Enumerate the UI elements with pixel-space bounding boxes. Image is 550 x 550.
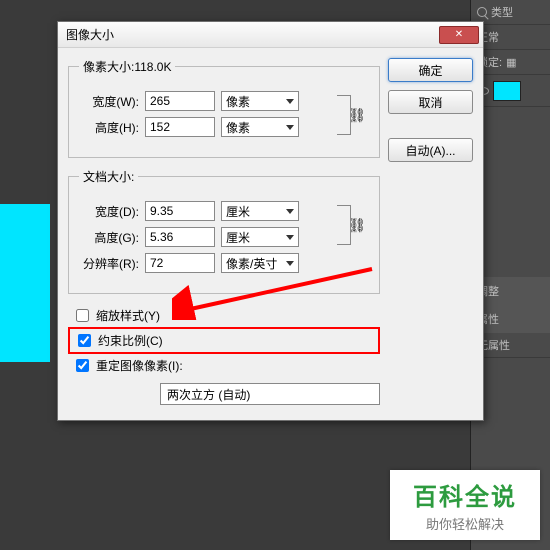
auto-button[interactable]: 自动(A)...: [388, 138, 473, 162]
close-button[interactable]: ✕: [439, 26, 479, 44]
chevron-down-icon: [286, 209, 294, 214]
chevron-down-icon: [286, 261, 294, 266]
chevron-down-icon: [286, 235, 294, 240]
dialog-title: 图像大小: [66, 26, 439, 43]
lock-pixels-icon[interactable]: ▦: [506, 56, 516, 69]
doc-width-input[interactable]: [145, 201, 215, 221]
px-width-input[interactable]: [145, 91, 215, 111]
chevron-down-icon: [286, 125, 294, 130]
close-icon: ✕: [455, 29, 463, 40]
constrain-proportions-row[interactable]: 约束比例(C): [68, 327, 380, 354]
resample-label: 重定图像像素(I):: [96, 357, 183, 374]
px-height-unit[interactable]: 像素: [221, 117, 299, 137]
search-icon: [477, 7, 487, 17]
doc-height-unit[interactable]: 厘米: [221, 227, 299, 247]
link-icon[interactable]: ⛓: [348, 217, 366, 234]
resample-checkbox[interactable]: [76, 359, 89, 372]
watermark-subtitle: 助你轻松解决: [426, 514, 504, 533]
px-width-label: 宽度(W):: [79, 93, 139, 110]
chevron-down-icon: [286, 99, 294, 104]
px-width-unit[interactable]: 像素: [221, 91, 299, 111]
dialog-titlebar: 图像大小 ✕: [58, 22, 483, 48]
resolution-unit[interactable]: 像素/英寸: [221, 253, 299, 273]
resample-row[interactable]: 重定图像像素(I):: [68, 354, 380, 377]
watermark: 百科全说 助你轻松解决: [390, 470, 540, 540]
image-size-dialog: 图像大小 ✕ 像素大小:118.0K 宽度(W): 像素 高度(H):: [57, 21, 484, 421]
pixel-legend: 像素大小:118.0K: [79, 58, 175, 75]
layer-thumbnail: [493, 81, 521, 101]
px-height-input[interactable]: [145, 117, 215, 137]
constrain-proportions-label: 约束比例(C): [98, 332, 163, 349]
resample-method-select[interactable]: 两次立方 (自动): [160, 383, 380, 405]
link-icon[interactable]: ⛓: [348, 107, 366, 124]
doc-height-input[interactable]: [145, 227, 215, 247]
resolution-input[interactable]: [145, 253, 215, 273]
doc-width-label: 宽度(D):: [79, 203, 139, 220]
watermark-title: 百科全说: [413, 477, 517, 512]
doc-legend: 文档大小:: [79, 168, 138, 185]
doc-width-unit[interactable]: 厘米: [221, 201, 299, 221]
document-size-group: 文档大小: 宽度(D): 厘米 高度(G): 厘米: [68, 168, 380, 294]
canvas-preview: [0, 204, 50, 362]
type-label: 类型: [491, 4, 513, 20]
doc-height-label: 高度(G):: [79, 229, 139, 246]
constrain-proportions-checkbox[interactable]: [78, 334, 91, 347]
scale-styles-label: 缩放样式(Y): [96, 307, 160, 324]
ok-button[interactable]: 确定: [388, 58, 473, 82]
px-height-label: 高度(H):: [79, 119, 139, 136]
scale-styles-row[interactable]: 缩放样式(Y): [68, 304, 380, 327]
resolution-label: 分辨率(R):: [79, 255, 139, 272]
cancel-button[interactable]: 取消: [388, 90, 473, 114]
scale-styles-checkbox[interactable]: [76, 309, 89, 322]
pixel-dimensions-group: 像素大小:118.0K 宽度(W): 像素 高度(H): 像素: [68, 58, 380, 158]
